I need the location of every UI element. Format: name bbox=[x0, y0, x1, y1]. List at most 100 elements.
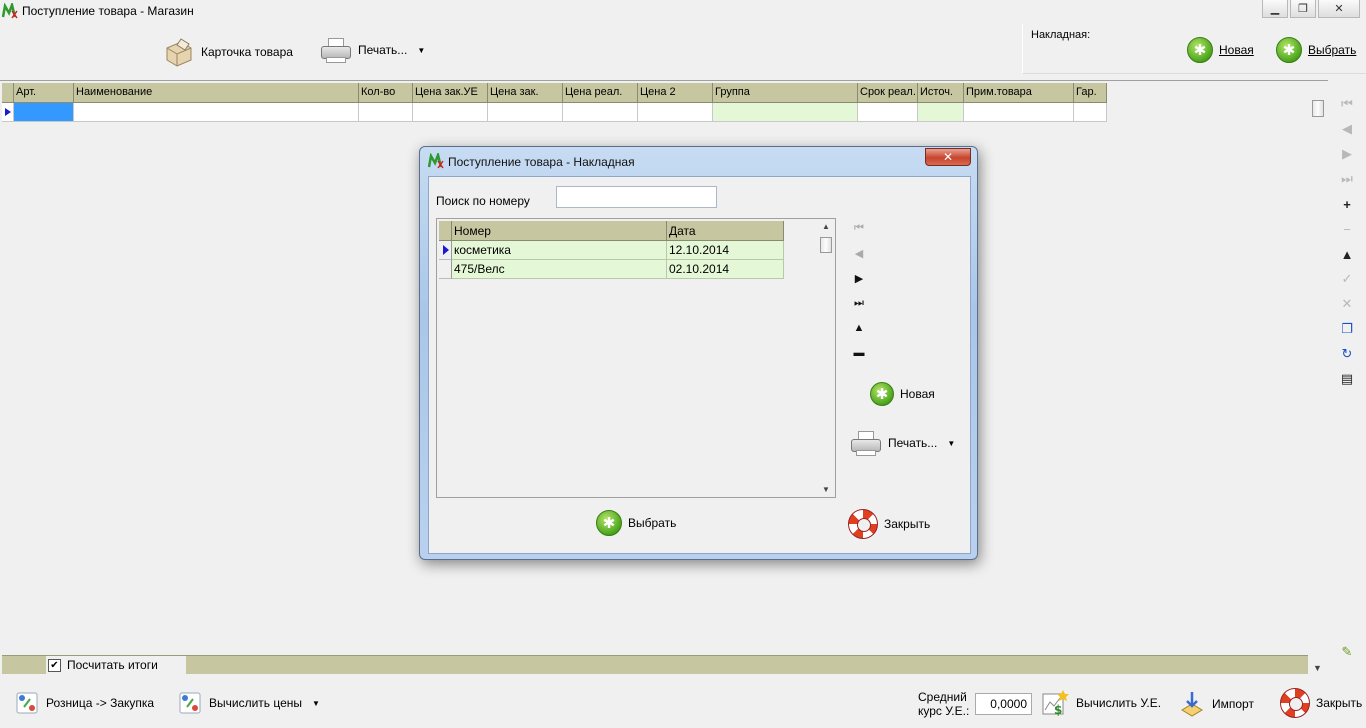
cell-date[interactable]: 12.10.2014 bbox=[667, 241, 784, 260]
first-record-icon[interactable]: ⏮ bbox=[1338, 95, 1356, 113]
avg-rate-input[interactable] bbox=[975, 693, 1032, 715]
column-header[interactable]: Кол-во bbox=[359, 83, 413, 103]
column-header[interactable]: Группа bbox=[713, 83, 858, 103]
title-bar: Поступление товара - Магазин ▁ ❐ ✕ bbox=[0, 0, 1366, 22]
column-header[interactable]: Арт. bbox=[14, 83, 74, 103]
close-window-button[interactable]: ✕ bbox=[1318, 0, 1360, 18]
new-invoice-button[interactable]: Новая bbox=[1187, 37, 1254, 63]
column-header[interactable]: Цена 2 bbox=[638, 83, 713, 103]
select-icon bbox=[1276, 37, 1302, 63]
product-card-label: Карточка товара bbox=[201, 45, 293, 59]
product-card-button[interactable]: Карточка товара bbox=[163, 36, 293, 68]
import-icon bbox=[1181, 692, 1203, 717]
table-row[interactable]: косметика 12.10.2014 bbox=[439, 241, 784, 260]
table-row[interactable] bbox=[2, 103, 1107, 122]
prev-record-icon[interactable]: ◀ bbox=[849, 244, 869, 262]
grid-cell[interactable] bbox=[563, 103, 638, 122]
next-record-icon[interactable]: ▶ bbox=[1338, 145, 1356, 163]
toolbar: Карточка товара Печать... ▼ bbox=[0, 22, 1020, 78]
column-header[interactable]: Прим.товара bbox=[964, 83, 1074, 103]
scrollbar-thumb[interactable] bbox=[820, 237, 832, 253]
edit-record-icon[interactable]: ▲ bbox=[1338, 245, 1356, 263]
dialog-close-button[interactable]: ✕ bbox=[925, 148, 971, 166]
import-button[interactable]: Импорт bbox=[1178, 690, 1254, 718]
chevron-down-icon[interactable]: ▼ bbox=[947, 439, 955, 448]
search-input[interactable] bbox=[556, 186, 717, 208]
current-row-indicator-icon bbox=[2, 103, 14, 122]
grid-cell[interactable] bbox=[14, 103, 74, 122]
column-header[interactable]: Наименование bbox=[74, 83, 359, 103]
copy-records-icon[interactable]: ❐ bbox=[1338, 320, 1356, 338]
chevron-down-icon[interactable]: ▼ bbox=[417, 46, 425, 55]
invoice-grid-scrollbar[interactable]: ▲ ▼ bbox=[818, 220, 834, 496]
refresh-icon[interactable]: ↻ bbox=[1338, 345, 1356, 363]
delete-record-icon[interactable]: − bbox=[1338, 220, 1356, 238]
grid-cell[interactable] bbox=[488, 103, 563, 122]
column-header[interactable]: Цена зак.УЕ bbox=[413, 83, 488, 103]
grid-cell[interactable] bbox=[918, 103, 964, 122]
post-record-icon[interactable]: ✓ bbox=[1338, 270, 1356, 288]
select-invoice-button[interactable]: Выбрать bbox=[1276, 37, 1356, 63]
grid-cell[interactable] bbox=[638, 103, 713, 122]
table-row[interactable]: 475/Велс 02.10.2014 bbox=[439, 260, 784, 279]
search-label: Поиск по номеру bbox=[436, 194, 530, 208]
scroll-up-arrow-icon[interactable]: ▲ bbox=[822, 222, 830, 231]
grid-cell[interactable] bbox=[413, 103, 488, 122]
window-controls: ▁ ❐ ✕ bbox=[1262, 0, 1360, 18]
printer-icon bbox=[850, 429, 882, 457]
calc-ue-button[interactable]: $ Вычислить У.Е. bbox=[1040, 688, 1161, 718]
last-record-icon[interactable]: ⏭ bbox=[849, 294, 869, 312]
calc-prices-button[interactable]: Вычислить цены ▼ bbox=[177, 690, 320, 716]
retail-to-purchase-button[interactable]: Розница -> Закупка bbox=[14, 690, 154, 716]
close-button[interactable]: Закрыть bbox=[1280, 688, 1362, 718]
cell-number[interactable]: косметика bbox=[452, 241, 667, 260]
grid-cell[interactable] bbox=[964, 103, 1074, 122]
calc-prices-label: Вычислить цены bbox=[209, 696, 303, 710]
column-header[interactable]: Цена зак. bbox=[488, 83, 563, 103]
add-icon bbox=[870, 382, 894, 406]
calc-totals-checkbox[interactable]: ✔ Посчитать итоги bbox=[46, 656, 186, 674]
select-invoice-label: Выбрать bbox=[1308, 43, 1357, 57]
documents-icon[interactable]: ▤ bbox=[1338, 370, 1356, 388]
minimize-button[interactable]: ▁ bbox=[1262, 0, 1288, 18]
cancel-record-icon[interactable]: ✕ bbox=[1338, 295, 1356, 313]
dialog-close-action-button[interactable]: Закрыть bbox=[848, 509, 930, 539]
grid-cell[interactable] bbox=[74, 103, 359, 122]
checkbox-icon[interactable]: ✔ bbox=[48, 658, 61, 672]
grid-cell[interactable] bbox=[359, 103, 413, 122]
last-record-icon[interactable]: ⏭ bbox=[1338, 170, 1356, 188]
cell-number[interactable]: 475/Велс bbox=[452, 260, 667, 279]
grid-cell[interactable] bbox=[1074, 103, 1107, 122]
grid-cell[interactable] bbox=[713, 103, 858, 122]
column-header-number[interactable]: Номер bbox=[452, 221, 667, 241]
new-invoice-button[interactable]: Новая bbox=[870, 382, 935, 406]
chevron-down-icon[interactable]: ▼ bbox=[312, 699, 320, 708]
grid-scrollbar[interactable]: ▼ bbox=[1310, 97, 1327, 675]
grid-cell[interactable] bbox=[858, 103, 918, 122]
select-button[interactable]: Выбрать bbox=[596, 510, 676, 536]
calc-ue-icon: $ bbox=[1042, 690, 1069, 717]
prev-record-icon[interactable]: ◀ bbox=[1338, 120, 1356, 138]
current-row-indicator-icon bbox=[439, 241, 452, 260]
insert-record-icon[interactable]: + bbox=[1338, 195, 1356, 213]
row-indicator-header bbox=[439, 221, 452, 241]
scroll-down-arrow-icon[interactable]: ▼ bbox=[822, 485, 830, 494]
column-header[interactable]: Срок реал. bbox=[858, 83, 918, 103]
first-record-icon[interactable]: ⏮ bbox=[849, 219, 869, 237]
scroll-down-arrow-icon[interactable]: ▼ bbox=[1313, 663, 1322, 673]
print-button[interactable]: Печать... ▼ bbox=[320, 36, 425, 64]
cell-date[interactable]: 02.10.2014 bbox=[667, 260, 784, 279]
maximize-button[interactable]: ❐ bbox=[1290, 0, 1316, 18]
column-header[interactable]: Гар. bbox=[1074, 83, 1107, 103]
edit-record-icon[interactable]: ▲ bbox=[849, 319, 869, 337]
delete-record-icon[interactable]: ▬ bbox=[849, 344, 869, 362]
print-button[interactable]: Печать... ▼ bbox=[850, 429, 955, 457]
column-header-date[interactable]: Дата bbox=[667, 221, 784, 241]
open-book-icon[interactable]: ✎ bbox=[1338, 643, 1356, 661]
next-record-icon[interactable]: ▶ bbox=[849, 269, 869, 287]
lifebuoy-icon bbox=[848, 509, 878, 539]
column-header[interactable]: Цена реал. bbox=[563, 83, 638, 103]
column-header[interactable]: Источ. bbox=[918, 83, 964, 103]
scrollbar-thumb[interactable] bbox=[1312, 100, 1324, 117]
dialog-body: Поиск по номеру Номер Дата косметика 12.… bbox=[428, 176, 971, 554]
